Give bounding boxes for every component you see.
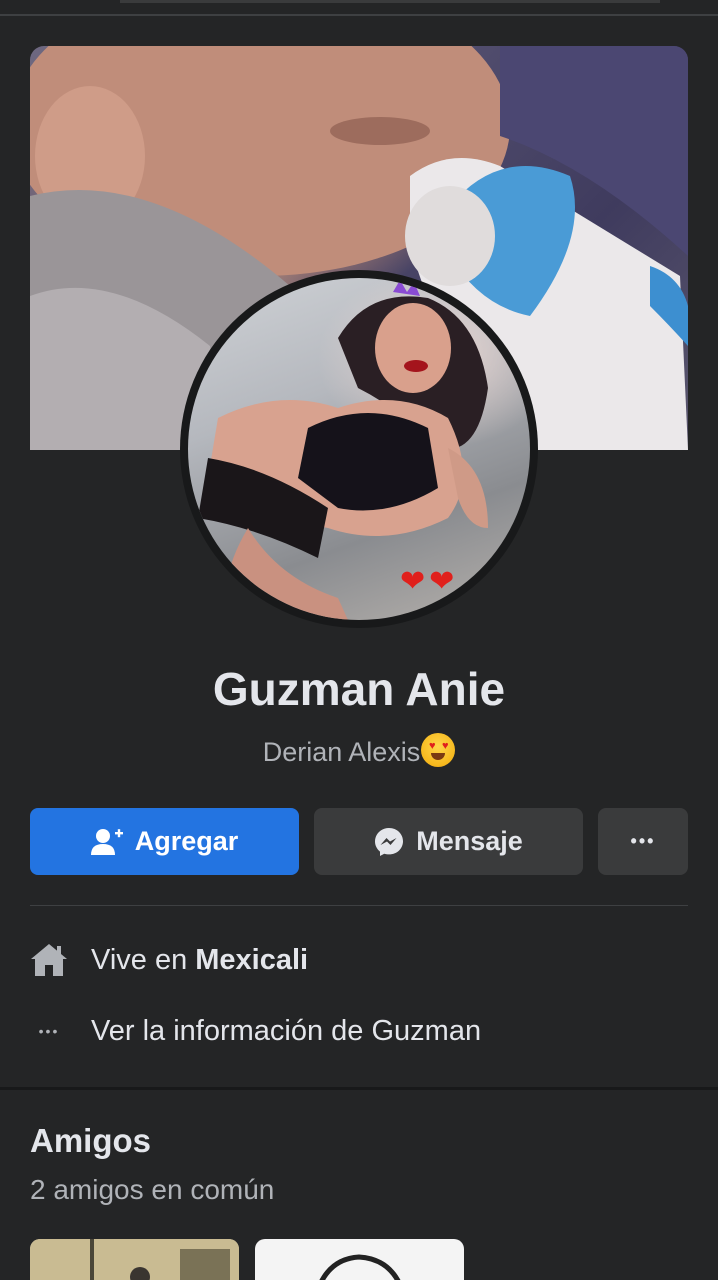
mutual-friends-count: 2 amigos en común <box>30 1174 275 1205</box>
profile-name: Guzman Anie <box>212 663 506 715</box>
home-icon <box>30 941 68 979</box>
add-friend-label: Agregar <box>134 826 239 856</box>
see-info-label[interactable]: Ver la información de Guzman <box>91 1015 481 1048</box>
section-separator <box>0 1087 718 1090</box>
top-divider <box>0 14 718 16</box>
add-friend-icon <box>90 828 123 855</box>
message-button[interactable]: Mensaje <box>314 808 583 875</box>
star-struck-emoji-icon: ♥ ♥ <box>421 733 456 767</box>
section-divider <box>30 905 688 906</box>
profile-avatar[interactable]: ❤❤ <box>180 270 538 628</box>
sparkle-icon <box>188 278 228 318</box>
see-info-row[interactable]: ••• Ver la información de Guzman <box>30 1007 688 1055</box>
messenger-icon <box>375 827 404 856</box>
lives-in-label: Vive en <box>91 943 188 976</box>
friend-photo-1[interactable] <box>30 1239 239 1280</box>
lives-in-city[interactable]: Mexicali <box>195 944 308 977</box>
profile-picture: ❤❤ <box>188 278 530 620</box>
profile-subtitle: Derian Alexis ♥ ♥ <box>0 733 718 768</box>
subtitle-text: Derian Alexis <box>262 737 421 767</box>
add-friend-button[interactable]: Agregar <box>30 808 299 875</box>
top-scroll-edge <box>120 0 660 3</box>
lives-in-row: Vive en Mexicali <box>30 936 688 984</box>
friends-heading: Amigos <box>30 1122 152 1159</box>
more-options-button[interactable]: ••• <box>598 808 688 875</box>
more-dots-icon: ••• <box>38 1023 60 1039</box>
more-dots-icon: ••• <box>630 831 656 851</box>
message-label: Mensaje <box>416 826 523 856</box>
friend-photo-2[interactable] <box>255 1239 464 1280</box>
hearts-emoji: ❤❤ <box>400 564 459 599</box>
